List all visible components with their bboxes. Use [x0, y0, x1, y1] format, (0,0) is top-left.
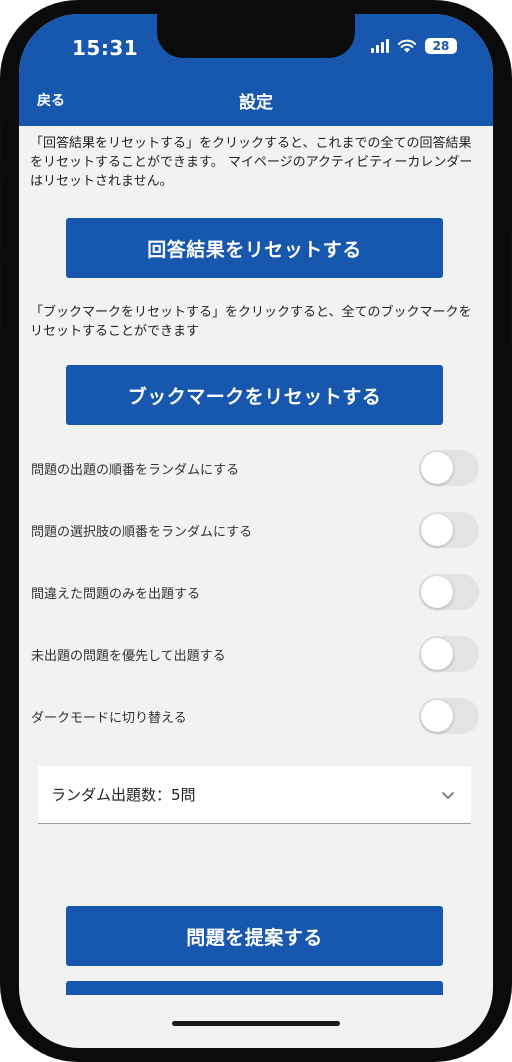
- side-button-left-1: [0, 124, 2, 160]
- toggle-label: 間違えた問題のみを出題する: [31, 586, 201, 602]
- switch-knob: [421, 452, 453, 484]
- dark-mode-switch[interactable]: [419, 698, 479, 734]
- toggle-row-mistakes-only: 間違えた問題のみを出題する: [31, 572, 479, 612]
- phone-frame: 15:31 28 戻る 設定 「回答結果をリセットする」をクリックすると、これま…: [0, 0, 512, 1062]
- random-count-select[interactable]: ランダム出題数：5問: [38, 766, 471, 824]
- reset-answers-button[interactable]: 回答結果をリセットする: [66, 218, 443, 278]
- reset-bookmarks-description: 「ブックマークをリセットする」をクリックすると、全てのブックマークをリセットする…: [30, 305, 472, 339]
- reset-bookmarks-button[interactable]: ブックマークをリセットする: [66, 365, 443, 425]
- reset-answers-description: 「回答結果をリセットする」をクリックすると、これまでの全ての回答結果をリセットす…: [30, 136, 473, 189]
- signal-icon: [371, 39, 389, 53]
- page-title: 設定: [239, 93, 273, 113]
- toggle-row-random-choices: 問題の選択肢の順番をランダムにする: [31, 510, 479, 550]
- switch-knob: [421, 700, 453, 732]
- toggle-label: 未出題の問題を優先して出題する: [31, 648, 226, 664]
- toggle-label: 問題の選択肢の順番をランダムにする: [31, 524, 253, 540]
- toggle-row-unanswered-first: 未出題の問題を優先して出題する: [31, 634, 479, 674]
- side-button-left-2: [0, 180, 2, 246]
- unanswered-first-switch[interactable]: [419, 636, 479, 672]
- next-button-partial[interactable]: [66, 981, 443, 995]
- home-indicator[interactable]: [172, 1021, 340, 1026]
- random-order-switch[interactable]: [419, 450, 479, 486]
- toggle-row-dark-mode: ダークモードに切り替える: [31, 696, 479, 736]
- status-icons: 28: [371, 38, 457, 54]
- phone-notch: [157, 14, 355, 58]
- random-count-value: ランダム出題数：5問: [51, 786, 196, 804]
- status-time: 15:31: [72, 36, 139, 60]
- propose-question-button[interactable]: 問題を提案する: [66, 906, 443, 966]
- mistakes-only-switch[interactable]: [419, 574, 479, 610]
- app-header: 15:31 28 戻る 設定: [19, 14, 493, 126]
- battery-icon: 28: [425, 38, 457, 54]
- switch-knob: [421, 638, 453, 670]
- side-button-left-3: [0, 262, 2, 328]
- toggle-row-random-order: 問題の出題の順番をランダムにする: [31, 448, 479, 488]
- chevron-down-icon: [442, 791, 454, 799]
- wifi-icon: [397, 39, 417, 53]
- random-choices-switch[interactable]: [419, 512, 479, 548]
- toggle-label: 問題の出題の順番をランダムにする: [31, 462, 240, 478]
- toggle-label: ダークモードに切り替える: [31, 710, 187, 726]
- phone-screen: 15:31 28 戻る 設定 「回答結果をリセットする」をクリックすると、これま…: [19, 14, 493, 1048]
- switch-knob: [421, 576, 453, 608]
- switch-knob: [421, 514, 453, 546]
